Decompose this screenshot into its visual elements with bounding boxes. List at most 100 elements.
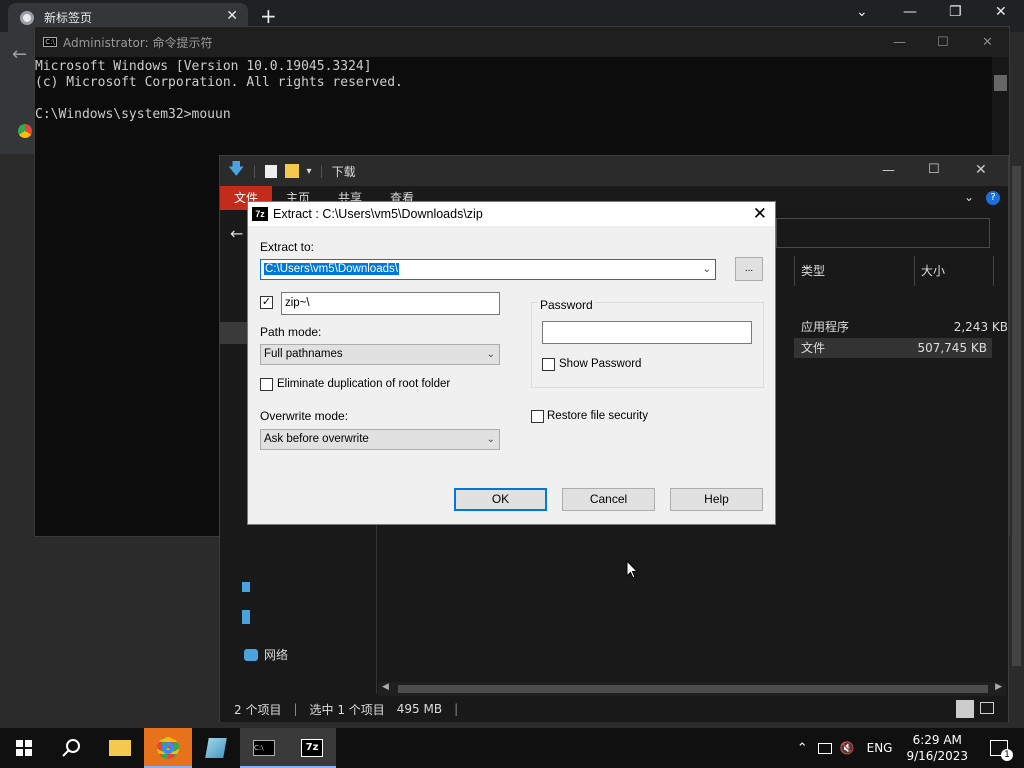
taskbar-cmd[interactable]: C:\ xyxy=(240,728,288,768)
explorer-minimize-button[interactable]: — xyxy=(882,163,895,178)
taskbar-7zip[interactable]: 7z xyxy=(288,728,336,768)
clock[interactable]: 6:29 AM 9/16/2023 xyxy=(906,732,968,764)
notification-center-icon[interactable]: 1 xyxy=(990,740,1013,761)
selection-count: 选中 1 个项目 xyxy=(309,702,385,717)
explorer-status-bar: 2 个项目 | 选中 1 个项目 495 MB | xyxy=(220,696,1008,722)
path-mode-label: Path mode: xyxy=(260,325,322,339)
properties-icon[interactable] xyxy=(264,164,277,178)
cmd-maximize-button[interactable]: ☐ xyxy=(937,35,949,50)
network-icon xyxy=(244,648,258,661)
explorer-maximize-button[interactable]: ☐ xyxy=(928,162,940,177)
file-size: 2,243 KB xyxy=(953,320,1008,334)
explorer-title: 下载 xyxy=(331,164,356,179)
browse-button[interactable]: ... xyxy=(735,257,763,281)
cmd-minimize-button[interactable]: — xyxy=(893,35,906,50)
subfolder-input[interactable]: zip~\ xyxy=(281,292,500,315)
column-header-size[interactable]: 大小 xyxy=(914,256,994,286)
separator-icon: | xyxy=(319,164,324,178)
ok-button[interactable]: OK xyxy=(454,488,547,511)
scroll-left-icon[interactable]: ◀ xyxy=(382,682,389,692)
notepad-icon xyxy=(205,738,227,758)
chrome-tab-search-button[interactable]: ⌄ xyxy=(856,4,868,20)
clock-time: 6:29 AM xyxy=(912,733,962,747)
cmd-icon: C:\ xyxy=(253,740,275,756)
close-icon[interactable]: ✕ xyxy=(753,204,767,224)
quick-access-dropdown-icon[interactable]: ▾ xyxy=(307,166,312,177)
new-tab-button[interactable]: + xyxy=(260,4,277,28)
extract-to-combo[interactable]: C:\Users\vm5\Downloads\ ⌄ xyxy=(260,259,716,280)
cancel-button[interactable]: Cancel xyxy=(562,488,655,511)
chrome-restore-button[interactable]: ❐ xyxy=(949,4,962,20)
selection-size: 495 MB xyxy=(396,702,443,716)
file-type: 文件 xyxy=(801,341,826,355)
nav-network-label: 网络 xyxy=(264,648,289,662)
taskbar-file-explorer[interactable] xyxy=(96,728,144,768)
eliminate-duplication-label[interactable]: Eliminate duplication of root folder xyxy=(277,378,450,390)
extract-dialog-titlebar[interactable]: 7z Extract : C:\Users\vm5\Downloads\zip … xyxy=(248,202,775,226)
search-icon xyxy=(62,739,80,757)
help-icon[interactable]: ? xyxy=(986,191,1000,205)
chrome-minimize-button[interactable]: — xyxy=(903,4,917,20)
cmd-line: C:\Windows\system32>mouun xyxy=(35,107,231,122)
overwrite-mode-value: Ask before overwrite xyxy=(264,433,369,445)
path-mode-select[interactable]: Full pathnames ⌄ xyxy=(260,344,500,365)
show-password-label[interactable]: Show Password xyxy=(559,358,641,370)
eliminate-duplication-checkbox[interactable] xyxy=(260,378,273,391)
show-password-checkbox[interactable] xyxy=(542,358,555,371)
search-box[interactable] xyxy=(776,218,990,248)
chevron-down-icon[interactable]: ⌄ xyxy=(487,430,495,449)
large-icons-view-icon[interactable] xyxy=(980,702,994,714)
subfolder-checkbox[interactable]: ✓ xyxy=(260,296,273,309)
ribbon-expand-chevron-icon[interactable]: ⌄ xyxy=(964,190,974,204)
extract-to-value: C:\Users\vm5\Downloads\ xyxy=(264,263,399,275)
clock-date: 9/16/2023 xyxy=(906,749,968,763)
chrome-toolbar: ← xyxy=(0,32,34,154)
column-header-type[interactable]: 类型 xyxy=(794,256,914,286)
input-language[interactable]: ENG xyxy=(867,741,893,755)
cmd-icon: C:\ xyxy=(43,37,57,47)
taskbar-chrome[interactable] xyxy=(144,728,192,768)
file-type: 应用程序 xyxy=(801,320,850,334)
new-folder-icon[interactable] xyxy=(284,164,299,178)
cmd-titlebar[interactable]: C:\ Administrator: 命令提示符 xyxy=(35,27,1009,57)
show-hidden-icons-chevron-icon[interactable]: ⌃ xyxy=(797,741,808,756)
taskbar-app[interactable] xyxy=(192,728,240,768)
extract-dialog-title: Extract : C:\Users\vm5\Downloads\zip xyxy=(273,207,483,221)
scroll-right-icon[interactable]: ▶ xyxy=(995,682,1002,692)
extract-dialog[interactable]: 7z Extract : C:\Users\vm5\Downloads\zip … xyxy=(247,201,776,525)
nav-item-network[interactable]: 网络 xyxy=(244,646,288,663)
network-icon[interactable] xyxy=(817,742,832,754)
start-button[interactable] xyxy=(0,728,48,768)
file-size: 507,745 KB xyxy=(917,341,987,355)
restore-security-label[interactable]: Restore file security xyxy=(547,410,648,422)
chrome-bookmark-icon[interactable] xyxy=(18,124,32,138)
back-arrow-icon[interactable]: ← xyxy=(12,44,27,65)
help-button[interactable]: Help xyxy=(670,488,763,511)
file-row[interactable]: 应用程序 2,243 KB xyxy=(794,317,1008,337)
windows-icon xyxy=(16,740,32,756)
download-arrow-icon: 🡇 xyxy=(228,158,245,178)
cmd-close-button[interactable]: ✕ xyxy=(982,35,993,50)
extract-to-label: Extract to: xyxy=(260,240,315,254)
overwrite-mode-select[interactable]: Ask before overwrite ⌄ xyxy=(260,429,500,450)
password-group-label: Password xyxy=(538,298,595,312)
nav-pc-icon xyxy=(242,610,250,624)
volume-muted-icon[interactable]: 🔇 xyxy=(840,741,855,755)
details-view-icon[interactable] xyxy=(956,700,974,718)
chrome-tab-title: 新标签页 xyxy=(44,11,93,25)
explorer-close-button[interactable]: ✕ xyxy=(975,162,987,178)
chrome-close-button[interactable]: ✕ xyxy=(995,4,1007,20)
back-arrow-icon[interactable]: ← xyxy=(230,224,243,243)
file-row-selected[interactable]: 文件 507,745 KB xyxy=(794,338,992,358)
cmd-line xyxy=(35,91,403,107)
close-tab-icon[interactable]: ✕ xyxy=(226,8,238,24)
notification-badge: 1 xyxy=(1001,749,1013,761)
file-list-header: 类型 大小 xyxy=(794,256,994,286)
chevron-down-icon[interactable]: ⌄ xyxy=(703,260,711,279)
file-list-horizontal-scrollbar[interactable]: ◀ ▶ xyxy=(378,682,1006,696)
password-input[interactable] xyxy=(542,321,752,344)
chevron-down-icon[interactable]: ⌄ xyxy=(487,345,495,364)
taskbar: C:\ 7z ⌃ 🔇 ENG 6:29 AM 9/16/2023 1 xyxy=(0,728,1024,768)
restore-security-checkbox[interactable] xyxy=(531,410,544,423)
search-button[interactable] xyxy=(48,728,96,768)
